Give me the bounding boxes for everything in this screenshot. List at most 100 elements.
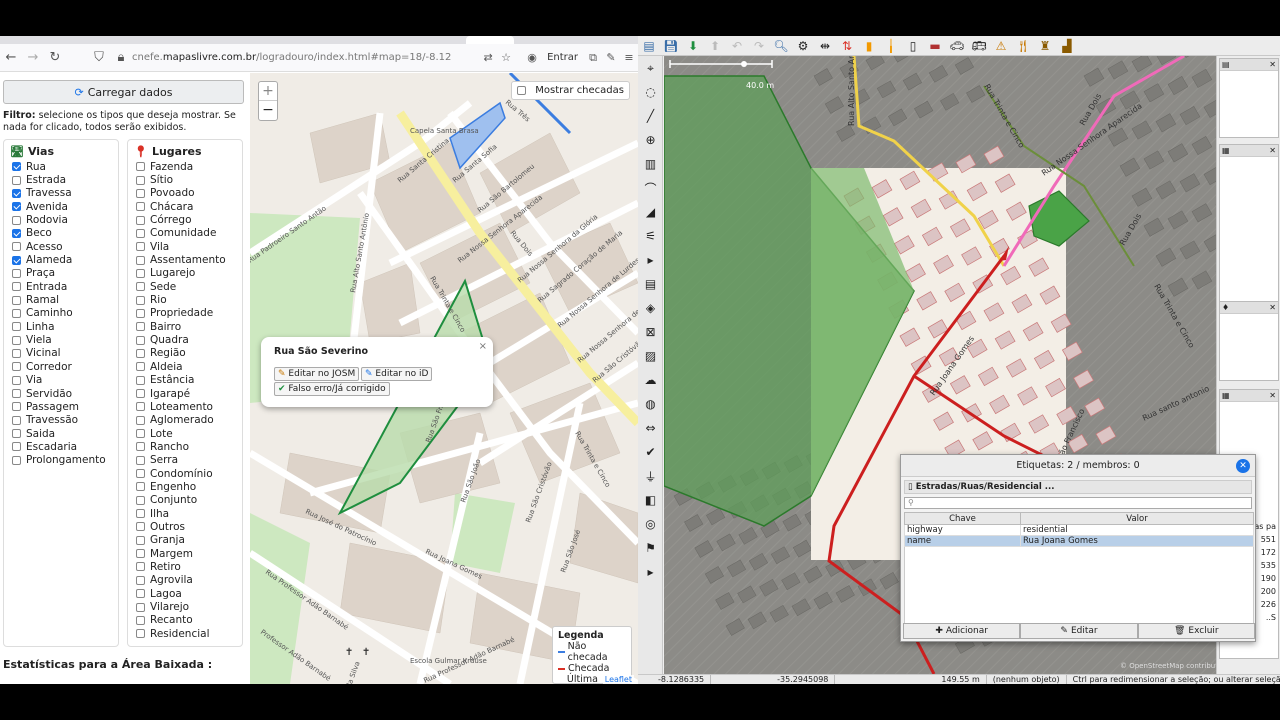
- via-checkbox[interactable]: [12, 455, 21, 465]
- arrows-icon[interactable]: ⇔: [638, 416, 663, 440]
- lugar-option[interactable]: Residencial: [128, 627, 242, 640]
- lugar-checkbox[interactable]: [136, 322, 145, 332]
- more-icon-2[interactable]: ▸: [638, 560, 663, 584]
- select-icon[interactable]: ⌖: [638, 56, 663, 80]
- lugar-option[interactable]: Ilha: [128, 507, 242, 520]
- edit-josm-button[interactable]: ✎ Editar no JOSM: [274, 367, 360, 381]
- shield-icon[interactable]: ⛉: [88, 47, 110, 69]
- col-value-header[interactable]: Valor: [1020, 512, 1254, 525]
- zoom-in-button[interactable]: +: [259, 82, 277, 101]
- paint-icon[interactable]: ⊠: [638, 320, 663, 344]
- lugar-option[interactable]: Lote: [128, 427, 242, 440]
- undo-icon[interactable]: ↶: [726, 37, 748, 55]
- via-option[interactable]: Entrada: [4, 280, 118, 293]
- via-checkbox[interactable]: [12, 308, 21, 318]
- tag-value[interactable]: residential: [1020, 524, 1254, 536]
- lugar-checkbox[interactable]: [136, 295, 145, 305]
- via-option[interactable]: Via: [4, 374, 118, 387]
- lugar-checkbox[interactable]: [136, 175, 145, 185]
- via-checkbox[interactable]: [12, 175, 21, 185]
- panel-close-icon-3[interactable]: ✕: [1269, 303, 1276, 312]
- car-icon[interactable]: 🚗︎: [946, 37, 968, 55]
- translate-icon[interactable]: ⇄: [479, 51, 497, 64]
- via-option[interactable]: Corredor: [4, 360, 118, 373]
- via-checkbox[interactable]: [12, 255, 21, 265]
- lugar-checkbox[interactable]: [136, 242, 145, 252]
- edit-id-button[interactable]: ✎ Editar no iD: [361, 367, 433, 381]
- lugar-option[interactable]: Granja: [128, 534, 242, 547]
- lugar-option[interactable]: Povoado: [128, 187, 242, 200]
- lugar-checkbox[interactable]: [136, 482, 145, 492]
- lugar-option[interactable]: Rancho: [128, 440, 242, 453]
- sign-in-button[interactable]: Entrar: [547, 52, 578, 63]
- traffic-sign-icon[interactable]: ▮: [858, 37, 880, 55]
- lugar-option[interactable]: Comunidade: [128, 227, 242, 240]
- lugar-checkbox[interactable]: [136, 282, 145, 292]
- via-option[interactable]: Estrada: [4, 173, 118, 186]
- lugar-checkbox[interactable]: [136, 549, 145, 559]
- lugar-option[interactable]: Serra: [128, 454, 242, 467]
- layer-icon[interactable]: ▤: [638, 272, 663, 296]
- panel-close-icon[interactable]: ✕: [1269, 60, 1276, 69]
- lugar-option[interactable]: Rio: [128, 293, 242, 306]
- lugar-option[interactable]: Vila: [128, 240, 242, 253]
- tag-row[interactable]: highway residential: [903, 524, 1254, 536]
- history-icon[interactable]: ◧: [638, 488, 663, 512]
- via-checkbox[interactable]: [12, 362, 21, 372]
- lugar-option[interactable]: Recanto: [128, 614, 242, 627]
- via-checkbox[interactable]: [12, 322, 21, 332]
- lugar-option[interactable]: Conjunto: [128, 494, 242, 507]
- lugar-option[interactable]: Propriedade: [128, 307, 242, 320]
- castle-icon[interactable]: ♜: [1034, 37, 1056, 55]
- tag-row[interactable]: name Rua Joana Gomes: [903, 535, 1254, 547]
- measure-icon[interactable]: ◈: [638, 296, 663, 320]
- lugar-option[interactable]: Agrovila: [128, 574, 242, 587]
- via-option[interactable]: Linha: [4, 320, 118, 333]
- redo-icon[interactable]: ↷: [748, 37, 770, 55]
- delete-tag-button[interactable]: 🗑︎ Excluir: [1137, 623, 1255, 639]
- lugar-checkbox[interactable]: [136, 348, 145, 358]
- forward-icon[interactable]: →: [22, 47, 44, 69]
- lugar-option[interactable]: Outros: [128, 520, 242, 533]
- tag-value[interactable]: Rua Joana Gomes: [1020, 535, 1254, 547]
- lugar-option[interactable]: Vilarejo: [128, 600, 242, 613]
- via-option[interactable]: Vicinal: [4, 347, 118, 360]
- lugar-checkbox[interactable]: [136, 335, 145, 345]
- lasso-icon[interactable]: ◌: [638, 80, 663, 104]
- lugar-option[interactable]: Lugarejo: [128, 267, 242, 280]
- validator-icon[interactable]: ◍: [638, 392, 663, 416]
- via-checkbox[interactable]: [12, 335, 21, 345]
- reload-icon[interactable]: ↻: [44, 47, 66, 69]
- lugar-checkbox[interactable]: [136, 602, 145, 612]
- lock-icon[interactable]: 🔒︎: [110, 47, 132, 69]
- lugar-option[interactable]: Estância: [128, 374, 242, 387]
- add-tag-button[interactable]: ✚ Adicionar: [903, 623, 1021, 639]
- pin-icon[interactable]: ⚑: [638, 536, 663, 560]
- lugar-checkbox[interactable]: [136, 402, 145, 412]
- lugar-option[interactable]: Igarapé: [128, 387, 242, 400]
- industry-icon[interactable]: ▟: [1056, 37, 1078, 55]
- lugar-checkbox[interactable]: [136, 575, 145, 585]
- via-checkbox[interactable]: [12, 375, 21, 385]
- via-option[interactable]: Alameda: [4, 253, 118, 266]
- panel-close-icon-4[interactable]: ✕: [1269, 391, 1276, 400]
- account-icon[interactable]: ◉: [523, 51, 541, 64]
- via-checkbox[interactable]: [12, 228, 21, 238]
- open-file-icon[interactable]: ▤: [638, 37, 660, 55]
- extensions-icon[interactable]: ⧉: [584, 51, 602, 65]
- tag-key[interactable]: highway: [903, 524, 1022, 536]
- lugar-checkbox[interactable]: [136, 215, 145, 225]
- lugar-checkbox[interactable]: [136, 362, 145, 372]
- lugar-option[interactable]: Loteamento: [128, 400, 242, 413]
- lugar-checkbox[interactable]: [136, 562, 145, 572]
- lugar-option[interactable]: Assentamento: [128, 253, 242, 266]
- via-checkbox[interactable]: [12, 162, 21, 172]
- lugar-checkbox[interactable]: [136, 389, 145, 399]
- via-option[interactable]: Saida: [4, 427, 118, 440]
- extension-puzzle-icon[interactable]: ✎: [602, 51, 620, 64]
- lugar-option[interactable]: Retiro: [128, 560, 242, 573]
- hazard-icon[interactable]: ⚠: [990, 37, 1012, 55]
- filter-icon[interactable]: ⏚: [638, 464, 663, 488]
- lugar-checkbox[interactable]: [136, 629, 145, 639]
- lugar-option[interactable]: Aldeia: [128, 360, 242, 373]
